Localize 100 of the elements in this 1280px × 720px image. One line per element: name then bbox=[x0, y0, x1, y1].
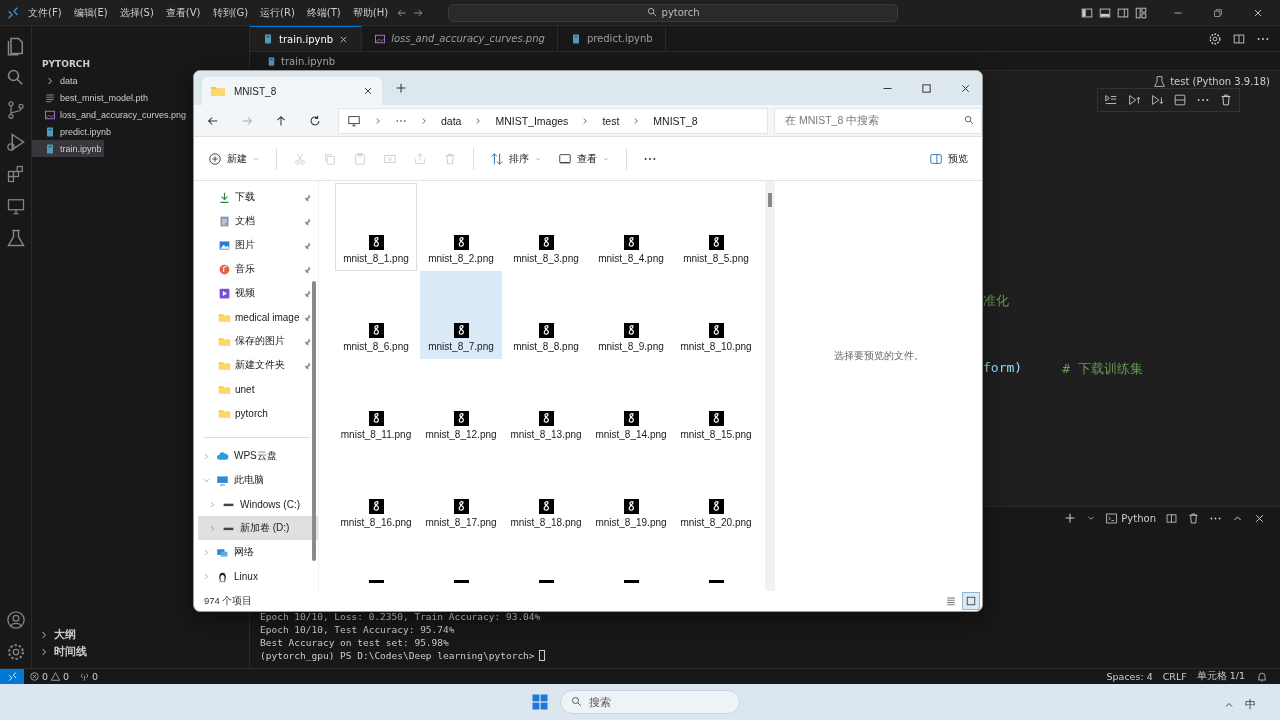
source-control-icon[interactable] bbox=[5, 100, 26, 120]
customize-layout-icon[interactable] bbox=[1134, 5, 1148, 20]
file-item[interactable]: mnist_8_4.png bbox=[590, 183, 672, 271]
address-bar[interactable]: data MNIST_Images test MNIST_8 bbox=[338, 107, 768, 134]
nav-item[interactable]: 文档 bbox=[198, 209, 318, 233]
file-item[interactable]: mnist_8_3.png bbox=[505, 183, 587, 271]
status-item[interactable]: Spaces: 4 bbox=[1101, 671, 1158, 682]
window-tab[interactable]: MNIST_8 bbox=[202, 77, 382, 105]
outline-section-header[interactable]: 时间线 bbox=[32, 643, 249, 660]
file-item[interactable]: mnist_8_18.png bbox=[505, 447, 587, 535]
file-item[interactable]: mnist_8_1.png bbox=[335, 183, 417, 271]
file-item[interactable]: mnist_8_14.png bbox=[590, 359, 672, 447]
maximize-icon[interactable] bbox=[920, 81, 933, 95]
menu-item[interactable]: 编辑(E) bbox=[69, 3, 112, 22]
settings-icon[interactable] bbox=[5, 642, 26, 662]
view-button[interactable]: 查看 bbox=[558, 151, 610, 166]
close-icon[interactable] bbox=[362, 85, 374, 97]
nav-item[interactable]: 保存的图片 bbox=[198, 329, 318, 353]
file-item[interactable]: mnist_8_6.png bbox=[335, 271, 417, 359]
taskbar-search-field[interactable]: 搜索 bbox=[560, 690, 740, 714]
sidebar-layout-icon[interactable] bbox=[1080, 5, 1094, 20]
nav-item[interactable]: unet bbox=[198, 377, 318, 401]
path-segment[interactable]: test bbox=[602, 114, 620, 127]
file-tree-item[interactable]: best_mnist_model.pth bbox=[32, 89, 151, 106]
tree-item[interactable]: 新加卷 (D:) bbox=[198, 516, 318, 540]
file-tree-item[interactable]: loss_and_accuracy_curves.png bbox=[32, 106, 189, 123]
menu-item[interactable]: 选择(S) bbox=[115, 3, 158, 22]
remote-explorer-icon[interactable] bbox=[5, 196, 26, 216]
file-item[interactable]: mnist_8_12.png bbox=[420, 359, 502, 447]
extensions-icon[interactable] bbox=[5, 164, 26, 184]
breadcrumb[interactable]: train.ipynb bbox=[281, 55, 336, 67]
scrollbar[interactable] bbox=[768, 193, 772, 207]
nav-item[interactable]: medical image bbox=[198, 305, 318, 329]
status-item[interactable]: 单元格 1/1 bbox=[1191, 670, 1250, 683]
new-tab-icon[interactable] bbox=[394, 81, 408, 95]
file-item[interactable]: mnist_8_9.png bbox=[590, 271, 672, 359]
run-by-line-icon[interactable] bbox=[1104, 93, 1118, 107]
command-search-field[interactable]: pytorch bbox=[448, 3, 899, 22]
nav-item[interactable]: pytorch bbox=[198, 401, 318, 425]
tree-item[interactable]: Linux bbox=[198, 564, 318, 588]
menu-item[interactable]: 帮助(H) bbox=[348, 3, 393, 22]
tree-item[interactable]: 此电脑 bbox=[198, 468, 318, 492]
flask-icon[interactable] bbox=[5, 228, 26, 248]
tree-item[interactable]: WPS云盘 bbox=[198, 444, 318, 468]
tree-item[interactable]: Windows (C:) bbox=[198, 492, 318, 516]
file-tree-item[interactable]: train.ipynb bbox=[32, 140, 104, 157]
file-item[interactable]: mnist_8_2.png bbox=[420, 183, 502, 271]
files-icon[interactable] bbox=[5, 36, 26, 56]
sort-button[interactable]: 排序 bbox=[490, 151, 542, 166]
terminal-tab[interactable]: Python bbox=[1105, 511, 1156, 525]
run-above-icon[interactable] bbox=[1127, 93, 1141, 107]
delete-icon[interactable] bbox=[1187, 511, 1200, 525]
delete-icon[interactable] bbox=[1219, 93, 1233, 107]
problems-indicator[interactable]: 0 0 bbox=[24, 671, 75, 682]
file-item[interactable]: mnist_8_7.png bbox=[420, 271, 502, 359]
path-segment[interactable]: MNIST_8 bbox=[653, 114, 698, 127]
kernel-picker[interactable]: test (Python 3.9.18) bbox=[1170, 76, 1270, 87]
menu-item[interactable]: 终端(T) bbox=[302, 3, 345, 22]
refresh-icon[interactable] bbox=[308, 113, 322, 128]
run-debug-icon[interactable] bbox=[5, 132, 26, 152]
file-item[interactable]: mnist_8_15.png bbox=[675, 359, 757, 447]
settings-icon[interactable] bbox=[1208, 31, 1222, 46]
split-terminal-icon[interactable] bbox=[1165, 511, 1178, 525]
menu-item[interactable]: 转到(G) bbox=[208, 3, 253, 22]
nav-item[interactable]: 视频 bbox=[198, 281, 318, 305]
nav-item[interactable]: 音乐 bbox=[198, 257, 318, 281]
file-item[interactable]: mnist_8_19.png bbox=[590, 447, 672, 535]
tree-item[interactable]: 网络 bbox=[198, 540, 318, 564]
up-arrow-icon[interactable] bbox=[274, 113, 288, 128]
nav-item[interactable]: 下载 bbox=[198, 185, 318, 209]
preview-button[interactable]: 预览 bbox=[929, 151, 968, 166]
scrollbar[interactable] bbox=[312, 281, 316, 561]
editor-tab[interactable]: train.ipynb bbox=[250, 26, 363, 51]
path-segment[interactable]: MNIST_Images bbox=[495, 114, 569, 127]
run-below-icon[interactable] bbox=[1150, 93, 1164, 107]
split-cell-icon[interactable] bbox=[1173, 93, 1187, 107]
status-item[interactable]: CRLF bbox=[1157, 671, 1192, 682]
outline-section-header[interactable]: 大纲 bbox=[32, 626, 249, 643]
input-method-indicator[interactable]: 中 bbox=[1245, 697, 1256, 712]
menu-item[interactable]: 文件(F) bbox=[24, 3, 66, 22]
menu-item[interactable]: 查看(V) bbox=[161, 3, 205, 22]
new-button[interactable]: 新建 bbox=[208, 151, 260, 166]
file-item[interactable]: mnist_8_5.png bbox=[675, 183, 757, 271]
file-tree-item[interactable]: data bbox=[32, 72, 80, 89]
secondary-sidebar-icon[interactable] bbox=[1116, 5, 1130, 20]
file-item[interactable]: mnist_8_8.png bbox=[505, 271, 587, 359]
file-item[interactable]: mnist_8_11.png bbox=[335, 359, 417, 447]
bell-icon[interactable] bbox=[1256, 670, 1268, 683]
ports-indicator[interactable]: 0 bbox=[74, 671, 104, 682]
panel-layout-icon[interactable] bbox=[1098, 5, 1112, 20]
file-item[interactable]: mnist_8_13.png bbox=[505, 359, 587, 447]
start-icon[interactable] bbox=[530, 692, 550, 712]
section-header[interactable]: PYTORCH bbox=[32, 56, 249, 72]
file-item[interactable]: mnist_8_10.png bbox=[675, 271, 757, 359]
account-icon[interactable] bbox=[5, 610, 26, 630]
file-item[interactable]: mnist_8_16.png bbox=[335, 447, 417, 535]
file-tree-item[interactable]: predict.ipynb bbox=[32, 123, 114, 140]
nav-item[interactable]: 图片 bbox=[198, 233, 318, 257]
path-segment[interactable]: data bbox=[441, 114, 462, 127]
search-field[interactable]: 在 MNIST_8 中搜索 bbox=[774, 107, 982, 134]
